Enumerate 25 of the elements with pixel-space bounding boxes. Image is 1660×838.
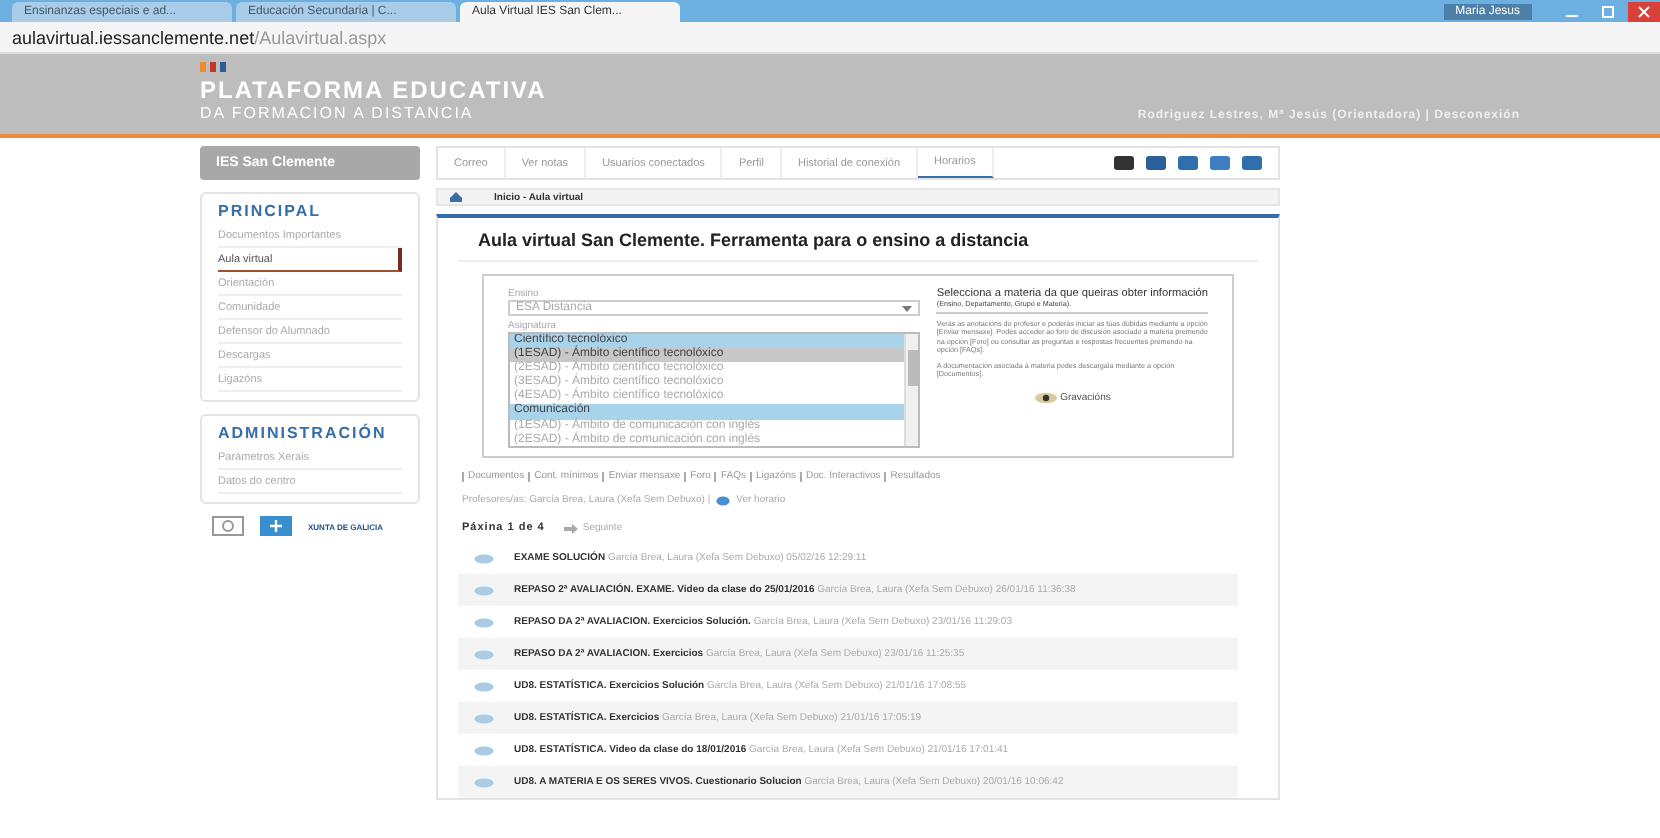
eye-icon bbox=[1034, 392, 1059, 405]
page-title: Aula virtual San Clemente. Ferramenta para o ensino a distancia bbox=[458, 230, 1258, 262]
close-icon[interactable] bbox=[1628, 2, 1660, 22]
address-field[interactable]: aulavirtual.iessanclemente.net/Aulavirtual.aspx bbox=[12, 27, 387, 47]
section-title: PRINCIPAL bbox=[218, 202, 324, 220]
scrollbar[interactable] bbox=[904, 334, 919, 446]
arrow-icon bbox=[564, 523, 579, 533]
subject-listbox[interactable] bbox=[508, 332, 921, 448]
bubble-icon bbox=[474, 777, 494, 787]
bubble-icon bbox=[474, 681, 494, 691]
bubble-icon bbox=[474, 649, 494, 659]
site-title: PLATAFORMA EDUCATIVA bbox=[200, 76, 547, 104]
bubble-icon bbox=[474, 553, 494, 563]
bubble-icon bbox=[474, 745, 494, 755]
home-icon[interactable] bbox=[450, 192, 462, 202]
flag-stripes-icon bbox=[200, 62, 228, 72]
bubble-icon bbox=[474, 585, 494, 595]
site-subtitle: DA FORMACION A DISTANCIA bbox=[200, 104, 476, 122]
caret-icon bbox=[902, 305, 913, 311]
section-title: ADMINISTRACIÓN bbox=[218, 424, 389, 442]
cross-logo-icon bbox=[260, 516, 292, 536]
bubble-icon bbox=[474, 713, 494, 723]
bubble-icon bbox=[474, 617, 494, 627]
emblem-icon bbox=[212, 516, 244, 536]
globe-icon bbox=[716, 495, 731, 505]
